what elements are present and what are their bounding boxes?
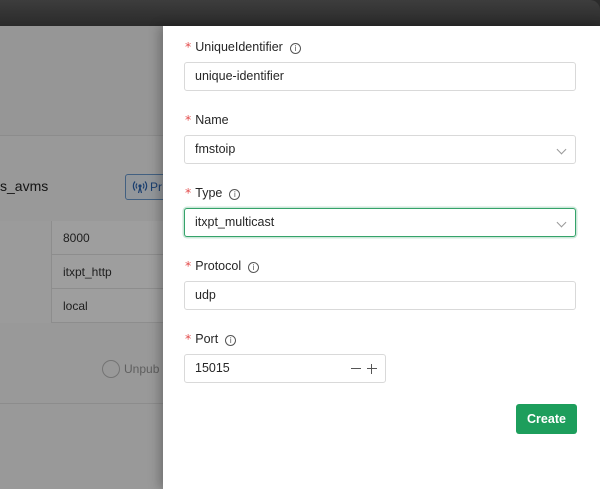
chevron-down-icon [556,217,567,228]
required-marker: * [185,39,192,54]
create-service-drawer: * UniqueIdentifier i unique-identifier * Na… [163,26,600,489]
app-window: s_avms Pr 8000 itxpt_http local Unpub * … [0,0,600,489]
increment-icon-vertical[interactable] [371,364,372,374]
protocol-input[interactable]: udp [184,281,576,310]
required-marker: * [185,112,192,127]
decrement-icon[interactable] [351,368,361,369]
type-select-value: itxpt_multicast [195,215,275,229]
info-icon[interactable]: i [289,43,301,54]
window-titlebar [0,0,600,26]
info-icon[interactable]: i [248,262,260,273]
protocol-label: * Protocol i [185,258,260,274]
port-stepper[interactable]: 15015 [184,354,386,383]
info-icon[interactable]: i [225,335,237,346]
name-label: * Name [185,112,229,127]
modal-overlay[interactable] [0,26,163,489]
increment-icon[interactable] [367,368,377,369]
type-select[interactable]: itxpt_multicast [184,208,576,237]
port-label: * Port i [185,331,237,347]
unique-identifier-label: * UniqueIdentifier i [185,39,301,55]
unique-identifier-input[interactable]: unique-identifier [184,62,576,91]
required-marker: * [185,331,192,346]
required-marker: * [185,258,192,273]
type-label: * Type i [185,185,241,201]
info-icon[interactable]: i [229,189,241,200]
port-value: 15015 [195,361,230,375]
name-select[interactable]: fmstoip [184,135,576,164]
create-button[interactable]: Create [516,404,577,434]
name-select-value: fmstoip [195,142,236,156]
chevron-down-icon [556,144,567,155]
required-marker: * [185,185,192,200]
